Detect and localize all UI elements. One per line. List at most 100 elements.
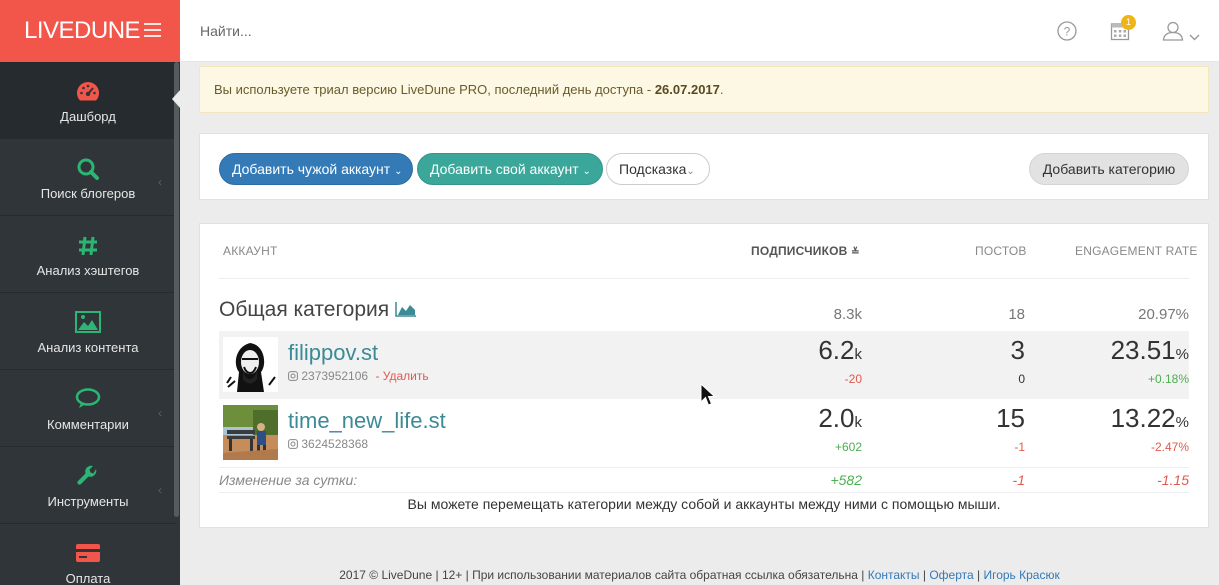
sort-desc-icon: ≚ xyxy=(851,247,860,258)
sidebar-item-comments[interactable]: Комментарии ‹ xyxy=(0,370,176,447)
er-value: 13.22% xyxy=(1111,403,1189,434)
column-header-followers[interactable]: Подписчиков ≚ xyxy=(751,244,860,258)
brand-logo[interactable]: LIVEDUNE xyxy=(24,17,141,45)
banner-text: Вы используете триал версию LiveDune PRO… xyxy=(214,82,655,97)
delete-account-link[interactable]: - Удалить xyxy=(375,369,428,383)
add-other-account-button[interactable]: Добавить чужой аккаунт ⌄ xyxy=(219,153,413,185)
er-number: 13.22 xyxy=(1110,403,1176,433)
add-own-account-button[interactable]: Добавить свой аккаунт ⌄ xyxy=(417,153,603,185)
category-er: 20.97% xyxy=(1138,306,1189,323)
mouse-cursor-icon xyxy=(700,382,716,412)
area-chart-icon[interactable] xyxy=(395,301,417,317)
account-name-link[interactable]: time_new_life.st xyxy=(288,408,446,434)
chevron-left-icon: ‹ xyxy=(158,483,162,497)
column-header-er[interactable]: Engagement Rate xyxy=(1075,244,1198,258)
daily-change-label: Изменение за сутки: xyxy=(219,472,358,488)
user-icon[interactable] xyxy=(1162,21,1184,46)
sidebar-item-payment[interactable]: Оплата xyxy=(0,524,176,585)
menu-toggle-icon[interactable] xyxy=(144,23,161,37)
footer: 2017 © LiveDune | 12+ | При использовани… xyxy=(180,568,1219,585)
category-name: Общая категория xyxy=(219,298,390,321)
account-name-link[interactable]: filippov.st xyxy=(288,340,378,366)
drag-hint: Вы можете перемещать категории между соб… xyxy=(407,496,1001,512)
sidebar-item-hashtags[interactable]: Анализ хэштегов xyxy=(0,216,176,293)
er-value: 23.51% xyxy=(1111,335,1189,366)
sidebar-item-dashboard[interactable]: Дашборд xyxy=(0,62,176,139)
top-header: ? 1 xyxy=(180,0,1219,62)
category-row[interactable]: Общая категория 8.3k 18 20.97% xyxy=(219,294,1189,330)
footer-link-offer[interactable]: Оферта xyxy=(929,568,973,582)
account-id: 3624528368 xyxy=(288,437,368,451)
footer-text: 2017 © LiveDune | 12+ | При использовани… xyxy=(339,568,868,582)
accounts-table: Аккаунт Подписчиков ≚ Постов Engagement … xyxy=(199,223,1209,528)
sidebar-item-label: Анализ хэштегов xyxy=(36,263,140,278)
active-indicator xyxy=(172,89,181,109)
column-header-account[interactable]: Аккаунт xyxy=(223,244,277,258)
category-posts: 18 xyxy=(1008,306,1025,323)
help-icon[interactable]: ? xyxy=(1057,21,1077,46)
banner-date: 26.07.2017 xyxy=(654,82,720,97)
avatar[interactable] xyxy=(223,337,278,392)
sidebar-item-blogger-search[interactable]: Поиск блогеров ‹ xyxy=(0,139,176,216)
er-unit: % xyxy=(1175,414,1189,431)
sidebar-item-label: Комментарии xyxy=(47,417,129,432)
footer-link-contacts[interactable]: Контакты xyxy=(868,568,920,582)
sidebar-item-label: Инструменты xyxy=(47,494,129,509)
followers-value: 6.2k xyxy=(818,335,862,366)
credit-card-icon xyxy=(0,542,176,568)
search-input[interactable] xyxy=(200,20,500,42)
sidebar-scrollbar[interactable] xyxy=(174,62,179,517)
footer-link-author[interactable]: Игорь Красюк xyxy=(983,568,1059,582)
chevron-down-icon: ⌄ xyxy=(686,166,695,177)
sidebar-item-label: Поиск блогеров xyxy=(40,186,136,201)
followers-number: 2.0 xyxy=(818,403,855,433)
posts-delta: -1 xyxy=(1014,440,1025,454)
footer-separator: | xyxy=(973,568,984,582)
hashtag-icon xyxy=(0,234,176,260)
daily-change-posts: -1 xyxy=(1012,472,1025,488)
divider xyxy=(219,278,1189,279)
followers-unit: k xyxy=(854,346,863,363)
dashboard-icon xyxy=(0,80,176,106)
column-header-posts[interactable]: Постов xyxy=(975,244,1027,258)
sidebar-item-label: Оплата xyxy=(65,571,111,585)
chevron-left-icon: ‹ xyxy=(158,175,162,189)
hint-label: Подсказка xyxy=(619,161,687,177)
avatar[interactable] xyxy=(223,405,278,460)
er-number: 23.51 xyxy=(1110,335,1176,365)
sidebar-item-tools[interactable]: Инструменты ‹ xyxy=(0,447,176,524)
er-delta: +0.18% xyxy=(1147,372,1189,386)
chevron-down-icon: ⌄ xyxy=(582,166,591,177)
add-category-button[interactable]: Добавить категорию xyxy=(1029,153,1189,185)
daily-change-er: -1.15 xyxy=(1157,472,1189,488)
account-id: 2373952106 - Удалить xyxy=(288,369,429,383)
hint-button[interactable]: Подсказка⌄ xyxy=(606,153,710,185)
account-id-number: 2373952106 xyxy=(301,369,369,383)
chevron-down-icon[interactable] xyxy=(1189,28,1200,46)
followers-delta: +602 xyxy=(834,440,862,454)
sidebar-item-content[interactable]: Анализ контента xyxy=(0,293,176,370)
chevron-down-icon: ⌄ xyxy=(394,166,403,177)
followers-unit: k xyxy=(854,414,863,431)
followers-value: 2.0k xyxy=(818,403,862,434)
search-icon xyxy=(0,157,176,183)
er-delta: -2.47% xyxy=(1150,440,1189,454)
posts-delta: 0 xyxy=(1018,372,1025,386)
instagram-icon xyxy=(288,371,298,381)
image-icon xyxy=(0,311,176,337)
actions-panel: Добавить чужой аккаунт ⌄ Добавить свой а… xyxy=(199,133,1209,200)
posts-value: 15 xyxy=(996,403,1025,433)
svg-text:?: ? xyxy=(1064,25,1071,39)
add-own-account-label: Добавить свой аккаунт xyxy=(430,161,579,177)
posts-value: 3 xyxy=(1010,335,1025,365)
sidebar: Дашборд Поиск блогеров ‹ Анализ хэштегов… xyxy=(0,62,180,585)
category-followers: 8.3k xyxy=(833,306,862,323)
account-id-number: 3624528368 xyxy=(301,437,369,451)
daily-change-followers: +582 xyxy=(830,472,862,488)
footer-separator: | xyxy=(919,568,930,582)
er-unit: % xyxy=(1175,346,1189,363)
category-title: Общая категория xyxy=(219,298,417,322)
followers-delta: -20 xyxy=(844,372,862,386)
comments-icon xyxy=(0,388,176,414)
instagram-icon xyxy=(288,439,298,449)
